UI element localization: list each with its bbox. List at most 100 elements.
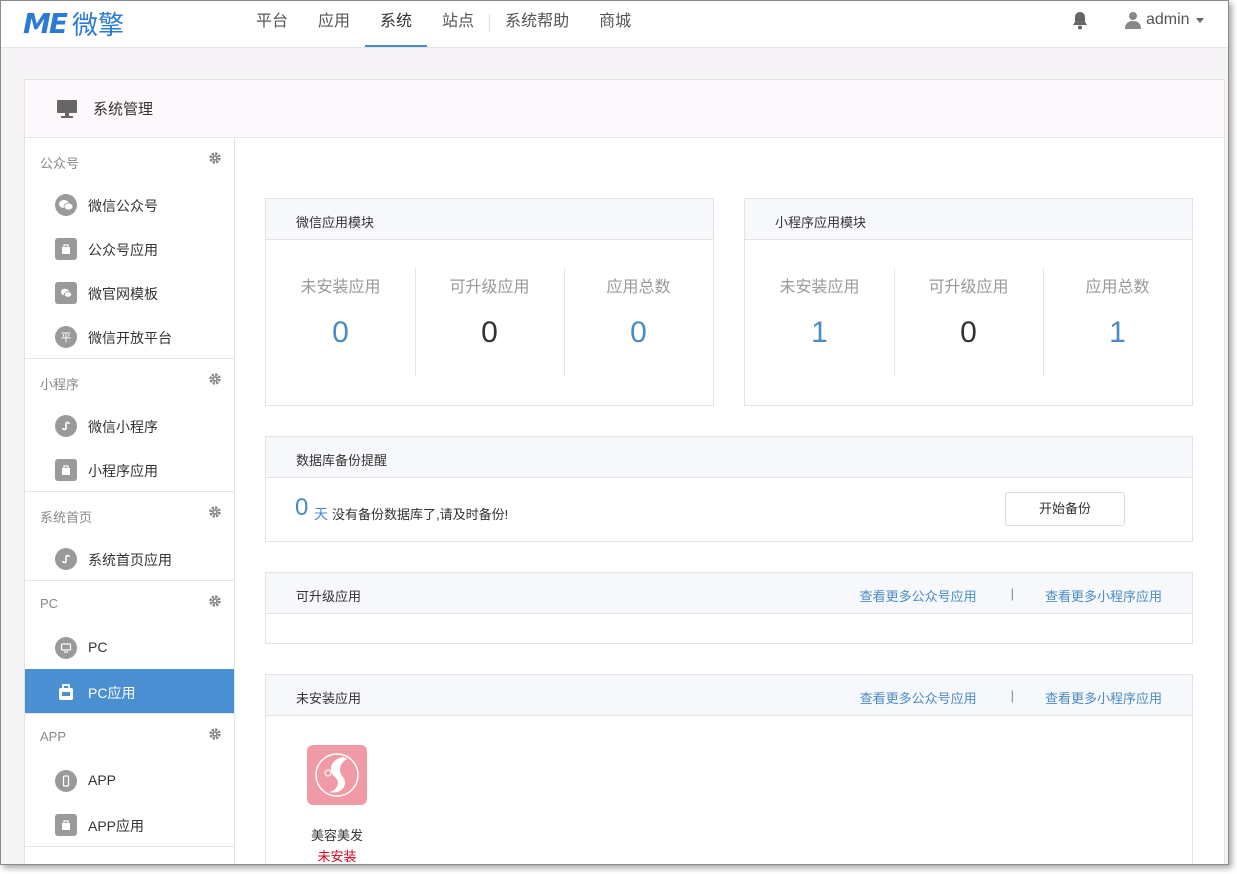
stat-label: 应用总数 xyxy=(1085,279,1150,296)
card-title: 数据库备份提醒 xyxy=(296,453,388,468)
sidebar-item-label: 微信公众号 xyxy=(88,198,158,214)
sidebar-group-official: 公众号 微信公众号 公众号应用 微官网模板 平 微信开放平台 xyxy=(25,138,234,359)
link-separator: | xyxy=(1010,688,1014,703)
wechat-module-card: 微信应用模块 未安装应用 0 可升级应用 0 应用总数 0 xyxy=(265,198,714,406)
sidebar-item-label: APP应用 xyxy=(88,818,145,834)
user-icon xyxy=(1125,12,1141,29)
main-content: 微信应用模块 未安装应用 0 可升级应用 0 应用总数 0 小程序应用模块 未安… xyxy=(235,138,1224,864)
card-header: 可升级应用 查看更多公众号应用 | 查看更多小程序应用 xyxy=(266,573,1192,614)
backup-reminder-card: 数据库备份提醒 0 天 没有备份数据库了,请及时备份! 开始备份 xyxy=(265,436,1193,542)
sidebar-item-app[interactable]: APP xyxy=(25,758,234,802)
gear-icon[interactable] xyxy=(209,506,221,518)
template-icon xyxy=(55,282,77,304)
more-account-apps-link[interactable]: 查看更多公众号应用 xyxy=(860,586,977,605)
sidebar-item-account-apps[interactable]: 公众号应用 xyxy=(25,226,234,270)
more-miniapp-apps-link[interactable]: 查看更多小程序应用 xyxy=(1045,688,1162,707)
app-window: ME 微擎 平台 应用 系统 站点 系统帮助 商城 admin 系统管理 公众号… xyxy=(0,0,1229,865)
more-miniapp-apps-link[interactable]: 查看更多小程序应用 xyxy=(1045,586,1162,605)
logo-text: 微擎 xyxy=(72,9,125,40)
sidebar-item-label: PC xyxy=(88,639,108,655)
stat-uninstalled[interactable]: 未安装应用 1 xyxy=(745,240,894,405)
card-header: 小程序应用模块 xyxy=(745,199,1192,240)
bag-icon xyxy=(55,814,77,836)
gear-icon[interactable] xyxy=(209,728,221,740)
app-status: 未安装 xyxy=(317,849,357,864)
sidebar-group-label: 小程序 xyxy=(40,377,80,392)
sidebar-group-miniapp: 小程序 微信小程序 小程序应用 xyxy=(25,359,234,492)
stat-value: 0 xyxy=(960,316,977,349)
nav-store[interactable]: 商城 xyxy=(584,1,646,47)
stats-row: 未安装应用 0 可升级应用 0 应用总数 0 xyxy=(266,240,713,405)
logo-mark: ME xyxy=(23,6,68,40)
sidebar-item-wechat-miniapp[interactable]: 微信小程序 xyxy=(25,403,234,447)
nav-help[interactable]: 系统帮助 xyxy=(490,1,584,47)
bag-icon xyxy=(55,459,77,481)
sidebar-group-header: 公众号 xyxy=(25,138,234,182)
nav-apps[interactable]: 应用 xyxy=(303,1,365,47)
user-menu[interactable]: admin xyxy=(1125,9,1204,31)
sidebar-item-site-templates[interactable]: 微官网模板 xyxy=(25,270,234,314)
stat-total[interactable]: 应用总数 1 xyxy=(1043,240,1192,405)
bag-icon xyxy=(55,238,77,260)
stat-uninstalled[interactable]: 未安装应用 0 xyxy=(266,240,415,405)
sidebar-item-app-apps[interactable]: APP应用 xyxy=(25,802,234,846)
sidebar-group-header: 系统首页 xyxy=(25,492,234,536)
nav-system[interactable]: 系统 xyxy=(365,1,428,47)
app-name: 美容美发 xyxy=(310,828,363,843)
more-account-apps-link[interactable]: 查看更多公众号应用 xyxy=(860,688,977,707)
upgradable-apps-card: 可升级应用 查看更多公众号应用 | 查看更多小程序应用 xyxy=(265,572,1193,644)
open-platform-icon: 平 xyxy=(55,326,77,348)
sidebar-item-label: 小程序应用 xyxy=(88,463,158,479)
sidebar-group-label: APP xyxy=(40,729,67,744)
miniapp-module-card: 小程序应用模块 未安装应用 1 可升级应用 0 应用总数 1 xyxy=(744,198,1193,406)
sidebar-item-pc[interactable]: PC xyxy=(25,625,234,669)
card-header: 微信应用模块 xyxy=(266,199,713,240)
link-separator: | xyxy=(1010,586,1014,601)
sidebar-item-label: 微信开放平台 xyxy=(88,330,172,346)
backup-body: 0 天 没有备份数据库了,请及时备份! 开始备份 xyxy=(266,478,1192,541)
panel-title: 系统管理 xyxy=(93,101,154,118)
main-nav: 平台 应用 系统 站点 系统帮助 商城 xyxy=(241,1,646,47)
stat-upgradable[interactable]: 可升级应用 0 xyxy=(415,240,564,405)
sidebar-item-miniapp-apps[interactable]: 小程序应用 xyxy=(25,447,234,491)
nav-sites[interactable]: 站点 xyxy=(427,1,489,47)
stat-label: 未安装应用 xyxy=(779,279,860,296)
top-nav-bar: ME 微擎 平台 应用 系统 站点 系统帮助 商城 admin xyxy=(1,1,1228,48)
stat-total[interactable]: 应用总数 0 xyxy=(564,240,713,405)
gear-icon[interactable] xyxy=(209,595,221,607)
sidebar-group-header: 小程序 xyxy=(25,359,234,403)
card-title: 未安装应用 xyxy=(296,691,362,706)
card-title: 小程序应用模块 xyxy=(775,215,867,230)
app-tile[interactable]: 美容美发 未安装 xyxy=(296,745,378,864)
sidebar-item-wechat-account[interactable]: 微信公众号 xyxy=(25,182,234,226)
sidebar-group-label: PC xyxy=(40,596,59,611)
nav-platform[interactable]: 平台 xyxy=(241,1,303,47)
stats-row: 未安装应用 1 可升级应用 0 应用总数 1 xyxy=(745,240,1192,405)
chevron-down-icon xyxy=(1195,17,1204,23)
gear-icon[interactable] xyxy=(209,373,221,385)
start-backup-button[interactable]: 开始备份 xyxy=(1005,492,1125,526)
sidebar-item-label: 系统首页应用 xyxy=(88,552,172,568)
sidebar-item-label: APP xyxy=(88,772,117,788)
backup-message: 没有备份数据库了,请及时备份! xyxy=(332,507,509,522)
sidebar-item-label: 微官网模板 xyxy=(88,286,158,302)
system-panel: 系统管理 公众号 微信公众号 公众号应用 微官网模板 平 微信开放平台 小程序 … xyxy=(24,79,1225,864)
card-header: 未安装应用 查看更多公众号应用 | 查看更多小程序应用 xyxy=(266,675,1192,716)
bell-icon[interactable] xyxy=(1072,11,1088,31)
beauty-app-icon xyxy=(307,745,367,805)
monitor-icon xyxy=(57,99,77,118)
backup-days-unit: 天 xyxy=(314,506,328,522)
card-title: 可升级应用 xyxy=(296,589,362,604)
logo[interactable]: ME 微擎 xyxy=(23,6,125,40)
gear-icon[interactable] xyxy=(209,152,221,164)
more-links: 查看更多公众号应用 | 查看更多小程序应用 xyxy=(860,586,1162,605)
miniapp-icon xyxy=(55,415,77,437)
stat-upgradable[interactable]: 可升级应用 0 xyxy=(894,240,1043,405)
wechat-icon xyxy=(55,194,77,216)
sidebar-item-pc-apps[interactable]: PC应用 xyxy=(25,669,234,713)
sidebar-item-open-platform[interactable]: 平 微信开放平台 xyxy=(25,314,234,358)
sidebar-group-header: PC xyxy=(25,581,234,625)
stat-value: 1 xyxy=(811,316,828,349)
sidebar-item-system-home-apps[interactable]: 系统首页应用 xyxy=(25,536,234,580)
stat-value: 1 xyxy=(1109,316,1126,349)
